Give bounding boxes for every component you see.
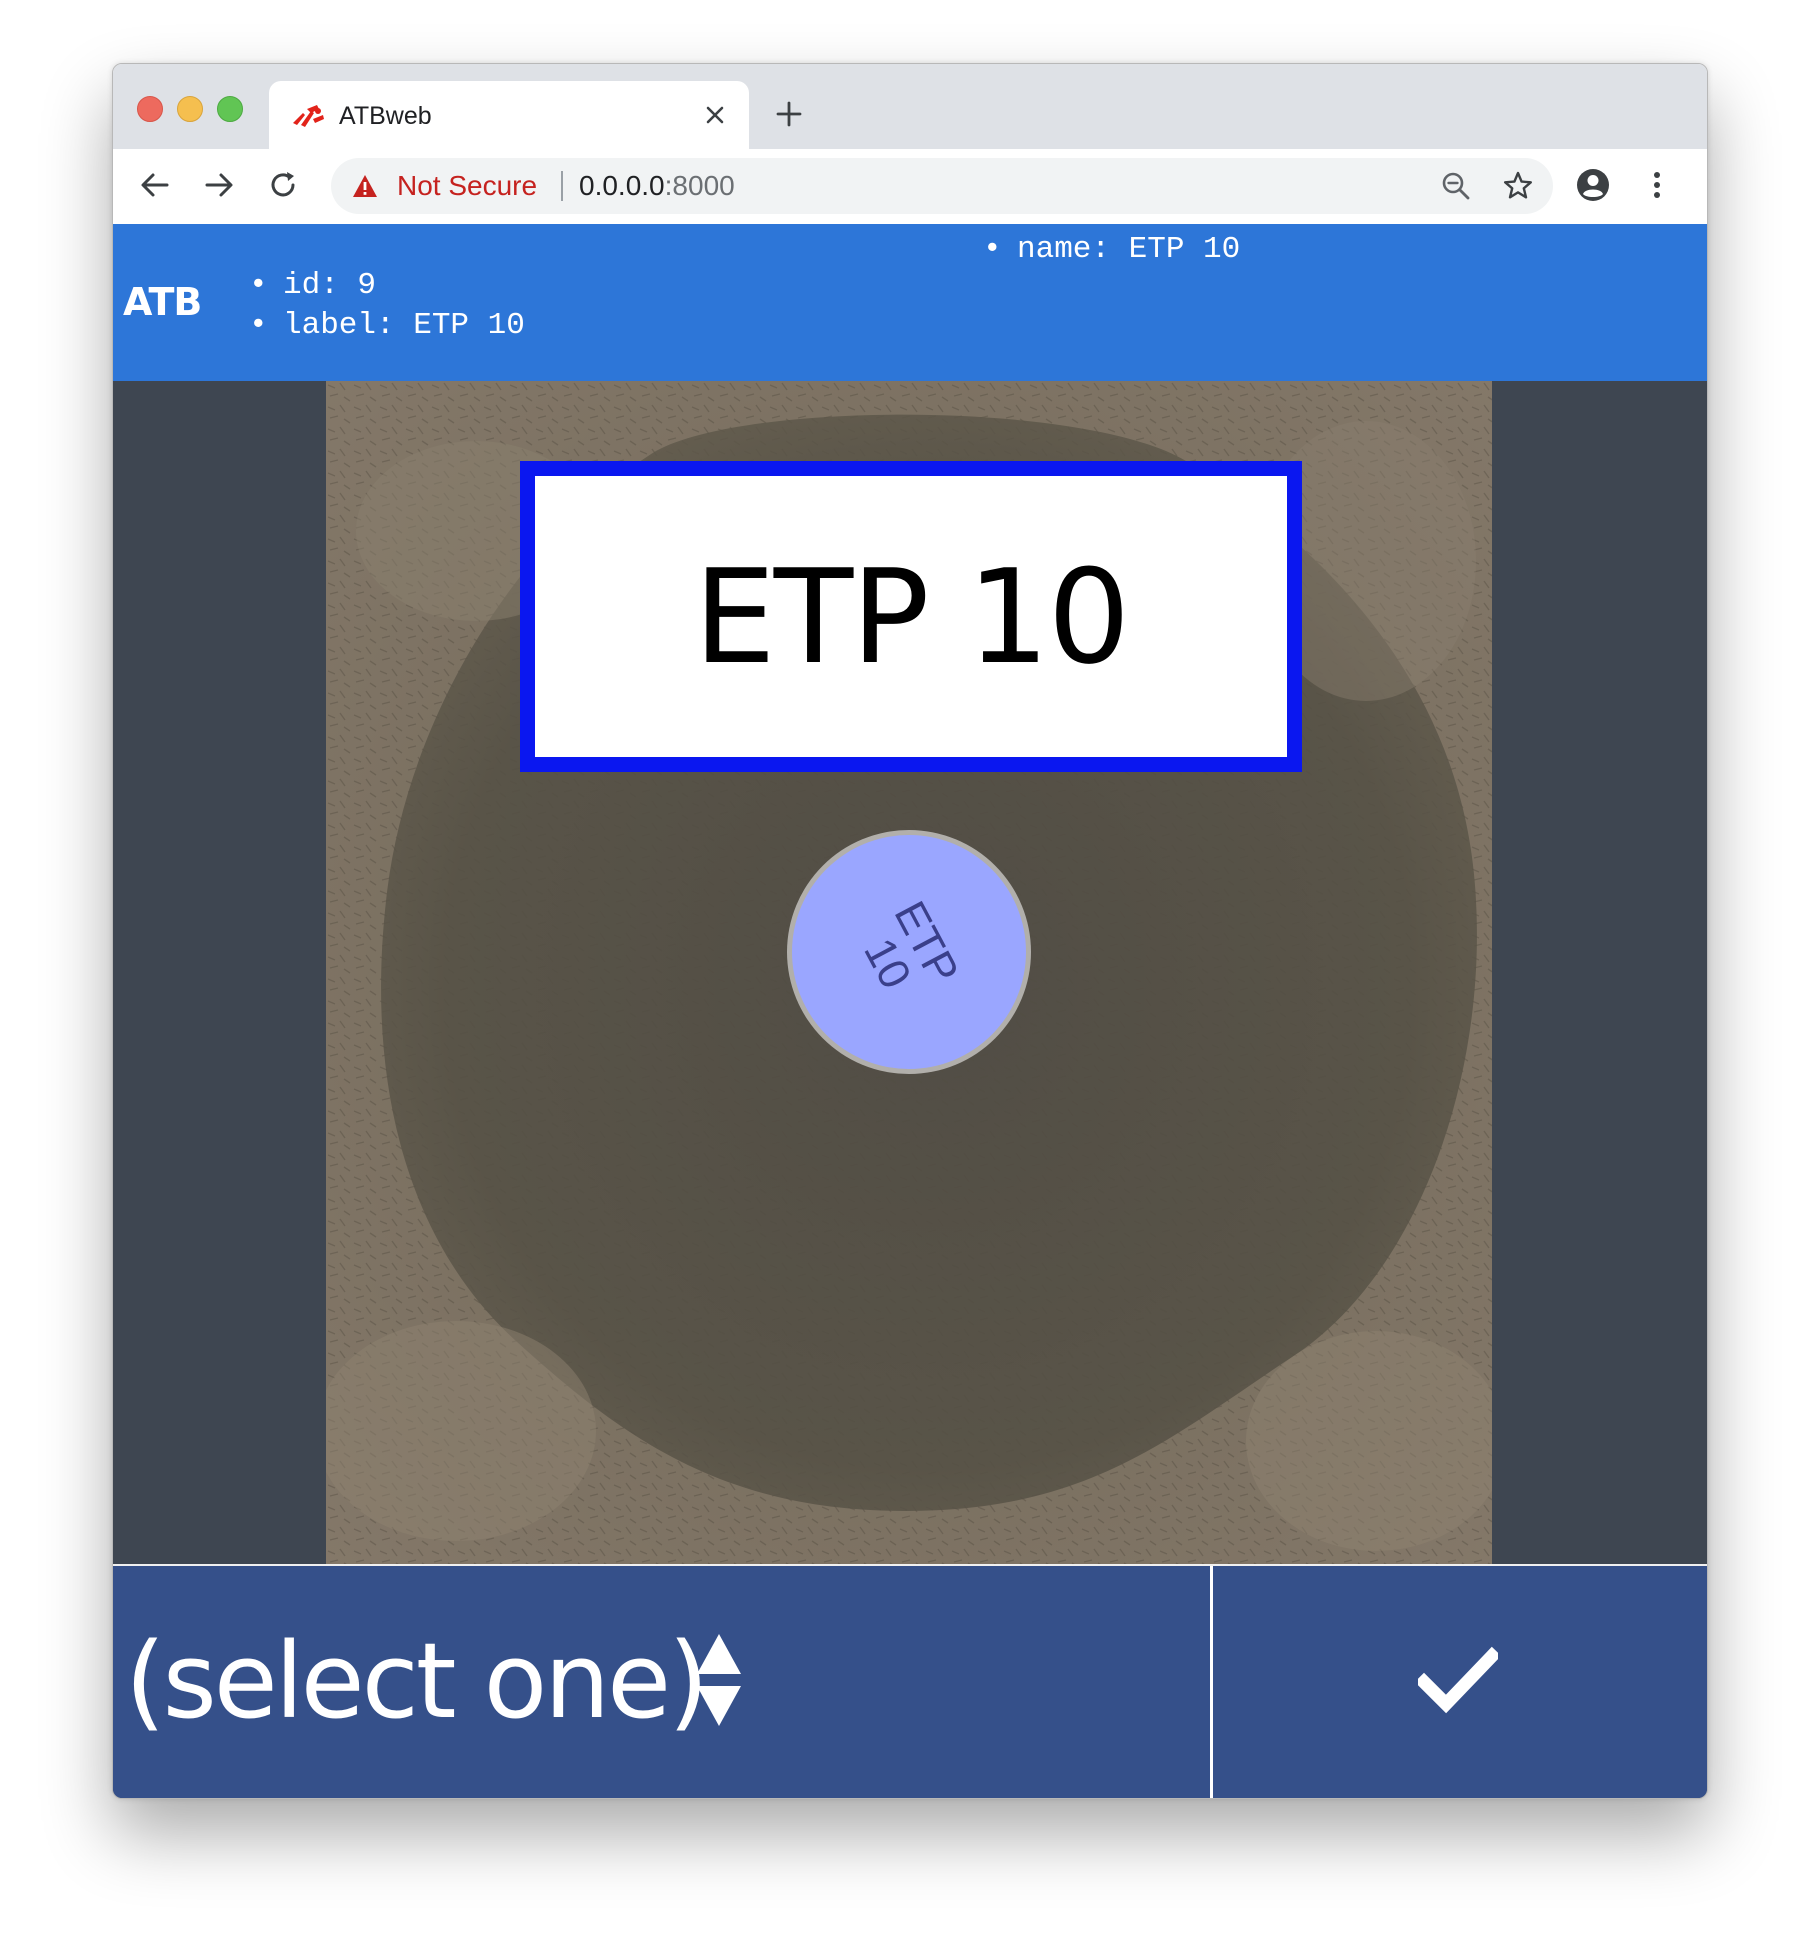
metadata-name: name: ETP 10 <box>983 230 1240 270</box>
antibiotic-label-text: ETP 10 <box>693 540 1131 693</box>
antibiotic-label-overlay: ETP 10 <box>520 461 1302 772</box>
app-header: ATB id: 9 label: ETP 10 name: ETP 10 <box>113 224 1707 381</box>
select-updown-icon <box>697 1634 741 1726</box>
tab-atbweb[interactable]: ATBweb <box>269 81 749 149</box>
menu-kebab-icon[interactable] <box>1639 167 1675 203</box>
reload-icon[interactable] <box>265 167 301 203</box>
account-icon[interactable] <box>1575 167 1611 203</box>
zoom-out-icon[interactable] <box>1439 169 1473 203</box>
address-divider <box>561 171 563 201</box>
action-bar: (select one) <box>113 1564 1707 1798</box>
window-close-button[interactable] <box>137 96 163 122</box>
url-port: :8000 <box>664 170 735 201</box>
tab-title: ATBweb <box>339 102 432 130</box>
window-maximize-button[interactable] <box>217 96 243 122</box>
metadata-label: label: ETP 10 <box>249 306 525 346</box>
browser-toolbar: Not Secure 0.0.0.0:8000 <box>113 149 1707 225</box>
select-value: (select one) <box>125 1620 709 1742</box>
back-arrow-icon[interactable] <box>137 167 173 203</box>
security-status[interactable]: Not Secure <box>397 171 537 201</box>
close-icon[interactable] <box>699 99 731 131</box>
metadata-id: id: 9 <box>249 266 525 306</box>
window-minimize-button[interactable] <box>177 96 203 122</box>
url-text[interactable]: 0.0.0.0:8000 <box>579 171 735 201</box>
browser-window: ATBweb Not Secure 0.0.0.0:8000 ATB • id:… <box>112 63 1708 1799</box>
warning-triangle-icon <box>353 175 377 197</box>
forward-arrow-icon[interactable] <box>201 167 237 203</box>
msf-logo-icon <box>293 105 324 127</box>
address-bar[interactable]: Not Secure 0.0.0.0:8000 <box>331 158 1553 214</box>
bookmark-star-icon[interactable] <box>1501 169 1535 203</box>
metadata-list: id: 9 label: ETP 10 <box>249 266 525 346</box>
antibiotic-select[interactable]: (select one) <box>113 1566 1213 1798</box>
confirm-button[interactable] <box>1213 1566 1707 1798</box>
metadata-name-list: name: ETP 10 <box>983 230 1240 270</box>
page-content: ATB id: 9 label: ETP 10 name: ETP 10 <box>113 224 1707 1798</box>
new-tab-plus-icon[interactable] <box>773 98 805 130</box>
url-host: 0.0.0.0 <box>579 170 665 201</box>
brand-logo[interactable]: ATB <box>123 280 202 324</box>
plate-photo[interactable]: ETP 10 ETP 10 <box>326 381 1492 1564</box>
check-icon <box>1418 1646 1498 1714</box>
antibiotic-disk[interactable]: ETP 10 <box>784 827 1034 1077</box>
tab-strip: ATBweb <box>113 64 1707 149</box>
